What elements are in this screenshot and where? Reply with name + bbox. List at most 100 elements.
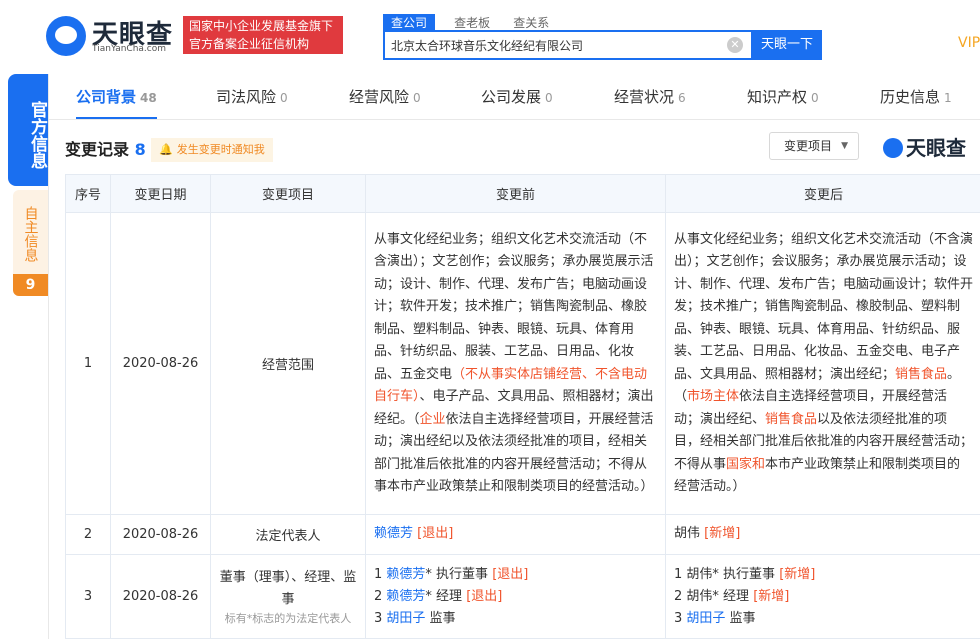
tab-operating-risk[interactable]: 经营风险 0 (349, 86, 421, 107)
badge-line-2: 官方备案企业征信机构 (189, 37, 310, 51)
officer-line: 1 胡伟* 执行董事 [新增] (674, 564, 973, 586)
row-no: 2 (65, 514, 111, 555)
top-bar: 天眼查 TianYanCha.com 国家中小企业发展基金旗下 官方备案企业征信… (0, 0, 980, 74)
status-tag: [退出] (466, 588, 503, 604)
col-header-item: 变更项目 (210, 174, 366, 213)
status-tag: [新增] (753, 588, 790, 604)
officer-role: 监事 (425, 610, 456, 626)
notify-button[interactable]: 🔔 发生变更时通知我 (151, 138, 273, 162)
status-tag: [退出] (417, 526, 454, 542)
tab-judicial-risk[interactable]: 司法风险 0 (216, 86, 288, 107)
clear-icon[interactable]: ✕ (727, 37, 743, 53)
tab-count: 6 (678, 91, 686, 105)
officer-role: * 执行董事 (712, 566, 780, 582)
row-item: 经营范围 (210, 212, 366, 515)
person-name: 胡伟 (686, 566, 713, 582)
official-badge: 国家中小企业发展基金旗下 官方备案企业征信机构 (183, 16, 343, 54)
section-title: 变更记录 8 (65, 136, 146, 160)
officer-role: 监事 (725, 610, 756, 626)
site-logo[interactable]: 天眼查 TianYanCha.com (46, 14, 176, 60)
search-type-tabs: 查公司 查老板 查关系 (383, 12, 567, 31)
tab-count: 0 (545, 91, 553, 105)
officer-role: * 经理 (712, 588, 754, 604)
line-index: 3 (674, 610, 687, 626)
status-tag: [新增] (779, 566, 816, 582)
table-row: 3 2020-08-26 董事（理事）、经理、监事 标有*标志的为法定代表人 1… (65, 554, 980, 639)
row-before: 赖德芳 [退出] (365, 514, 666, 555)
scope-text: 从事文化经纪业务；组织文化艺术交流活动（不含演出）；文艺创作；会议服务；承办展览… (674, 231, 974, 382)
section-count: 8 (134, 140, 146, 159)
status-tag: [退出] (492, 566, 529, 582)
tab-operating-status[interactable]: 经营状况 6 (614, 86, 686, 107)
scope-highlight: 企业 (419, 411, 446, 427)
person-link[interactable]: 胡田子 (686, 611, 725, 626)
row-date: 2020-08-26 (110, 212, 211, 515)
tab-label: 历史信息 (880, 88, 941, 106)
col-header-no: 序号 (65, 174, 111, 213)
search-input[interactable] (385, 32, 705, 58)
vip-link[interactable]: VIP (958, 35, 980, 51)
line-index: 1 (374, 566, 387, 582)
category-tabs: 公司背景 48 司法风险 0 经营风险 0 公司发展 0 经营状况 6 知识产权 0 历史信… (49, 74, 980, 120)
logo-eye-icon (46, 16, 86, 56)
table-row: 2 2020-08-26 法定代表人 赖德芳 [退出] 胡伟 [新增] (65, 514, 980, 555)
badge-line-1: 国家中小企业发展基金旗下 (189, 19, 334, 33)
search-button[interactable]: 天眼一下 (752, 30, 822, 60)
tab-label: 司法风险 (216, 88, 277, 106)
scope-highlight: 销售食品 (765, 411, 818, 427)
col-header-before: 变更前 (365, 174, 666, 213)
row-item-label: 董事（理事）、经理、监事 (219, 569, 357, 607)
filter-label: 变更项目 (784, 139, 833, 153)
person-link[interactable]: 赖德芳 (386, 567, 425, 582)
scope-highlight: 市场主体 (687, 389, 740, 404)
person-link[interactable]: 赖德芳 (374, 526, 413, 541)
side-tab-self[interactable]: 自主信息 9 (13, 190, 48, 296)
officer-role: * 执行董事 (425, 566, 493, 582)
officer-line: 2 赖德芳* 经理 [退出] (374, 586, 657, 608)
person-link[interactable]: 赖德芳 (386, 589, 425, 604)
tab-company-background[interactable]: 公司背景 48 (76, 86, 157, 119)
col-header-date: 变更日期 (110, 174, 211, 213)
tab-history-info[interactable]: 历史信息 1 (880, 86, 952, 107)
row-after: 1 胡伟* 执行董事 [新增] 2 胡伟* 经理 [新增] 3 胡田子 监事 (665, 554, 980, 639)
col-header-after: 变更后 (665, 174, 980, 213)
row-date: 2020-08-26 (110, 514, 211, 555)
row-item: 法定代表人 (210, 514, 366, 555)
section-title-label: 变更记录 (65, 140, 130, 159)
tab-count: 0 (811, 91, 819, 105)
tab-label: 经营状况 (614, 88, 675, 106)
row-before: 从事文化经纪业务；组织文化艺术交流活动（不含演出）；文艺创作；会议服务；承办展览… (365, 212, 666, 515)
table-row: 1 2020-08-26 经营范围 从事文化经纪业务；组织文化艺术交流活动（不含… (65, 212, 980, 515)
tab-label: 经营风险 (349, 88, 410, 106)
row-date: 2020-08-26 (110, 554, 211, 639)
tab-count: 48 (140, 91, 157, 105)
line-index: 3 (374, 610, 387, 626)
caret-down-icon: ▼ (841, 141, 848, 151)
side-tab-official[interactable]: 官方信息 (8, 74, 48, 186)
watermark-eye-icon (883, 138, 903, 158)
person-link[interactable]: 胡田子 (386, 611, 425, 626)
search-tab-boss[interactable]: 查老板 (454, 14, 490, 31)
change-item-filter[interactable]: 变更项目 ▼ (769, 132, 859, 160)
table-header-row: 序号 变更日期 变更项目 变更前 变更后 (65, 174, 980, 213)
tab-label: 公司背景 (76, 88, 137, 106)
person-name: 胡伟 (674, 526, 701, 542)
logo-site: TianYanCha.com (92, 44, 167, 54)
tab-intellectual-property[interactable]: 知识产权 0 (747, 86, 819, 107)
change-records-table: 序号 变更日期 变更项目 变更前 变更后 1 2020-08-26 经营范围 从… (65, 174, 980, 639)
tab-company-development[interactable]: 公司发展 0 (481, 86, 553, 107)
line-index: 1 (674, 566, 687, 582)
bell-icon: 🔔 (159, 143, 173, 156)
tab-count: 0 (280, 91, 288, 105)
row-item: 董事（理事）、经理、监事 标有*标志的为法定代表人 (210, 554, 366, 639)
row-before: 1 赖德芳* 执行董事 [退出] 2 赖德芳* 经理 [退出] 3 胡田子 监事 (365, 554, 666, 639)
tab-count: 0 (413, 91, 421, 105)
tab-label: 公司发展 (481, 88, 542, 106)
search-tab-company[interactable]: 查公司 (383, 14, 436, 31)
tab-label: 知识产权 (747, 88, 808, 106)
scope-text: 从事文化经纪业务；组织文化艺术交流活动（不含演出）；文艺创作；会议服务；承办展览… (374, 231, 654, 382)
search-tab-relation[interactable]: 查关系 (513, 14, 549, 31)
line-index: 2 (374, 588, 387, 604)
side-tab-self-count: 9 (13, 274, 48, 296)
person-name: 胡伟 (686, 588, 713, 604)
